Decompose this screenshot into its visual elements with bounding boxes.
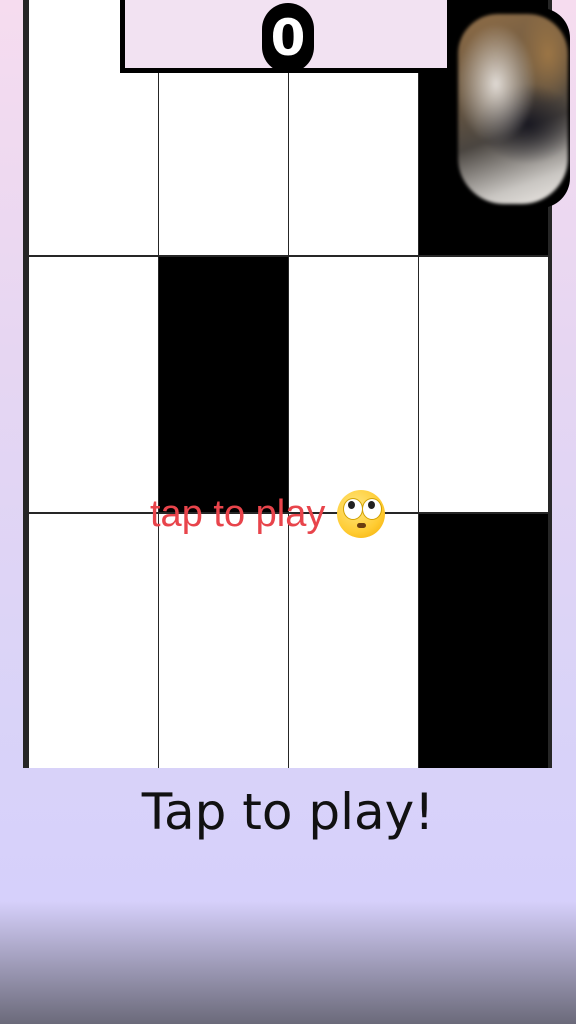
tap-to-play-overlay[interactable]: tap to play: [150, 488, 386, 540]
tile-r3-c4[interactable]: [419, 514, 548, 768]
tap-to-play-label: tap to play: [150, 493, 326, 535]
tap-to-play-caption: Tap to play!: [141, 783, 435, 841]
emoji-eye-left: [343, 498, 364, 520]
tile-r2-c2[interactable]: [159, 257, 288, 512]
score-badge: 0: [262, 3, 314, 73]
tile-r2-c3[interactable]: [289, 257, 418, 512]
tile-r3-c1[interactable]: [29, 514, 158, 768]
tile-r2-c4[interactable]: [419, 257, 548, 512]
camera-photo: [458, 14, 568, 204]
emoji-eye-right: [362, 498, 383, 520]
camera-thumbnail: [450, 8, 570, 208]
tile-r3-c2[interactable]: [159, 514, 288, 768]
score-value: 0: [270, 9, 306, 67]
flushed-face-icon: [337, 490, 386, 538]
tile-r3-c3[interactable]: [289, 514, 418, 768]
emoji-mouth: [357, 523, 367, 528]
tile-r2-c1[interactable]: [29, 257, 158, 512]
